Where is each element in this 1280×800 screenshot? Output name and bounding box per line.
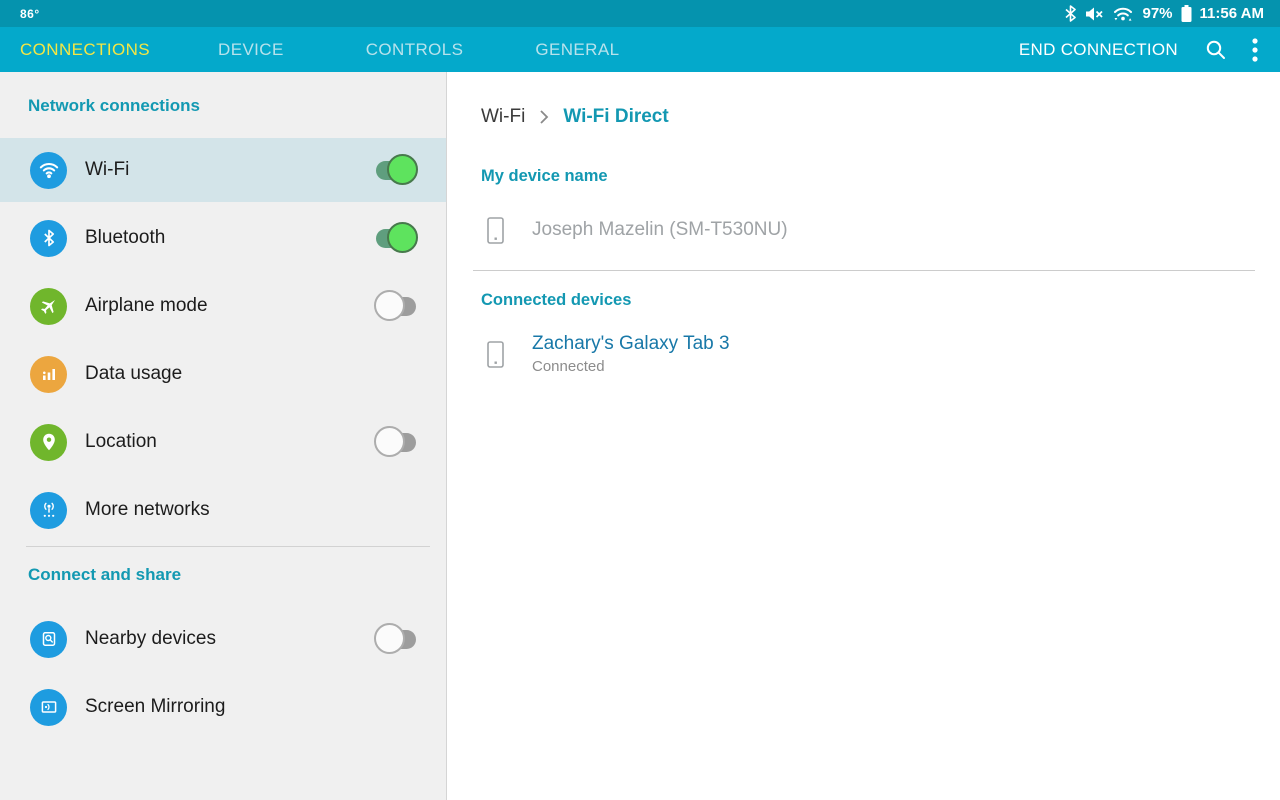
more-networks-icon: [30, 491, 67, 529]
temperature-indicator: 86°: [20, 6, 40, 21]
bluetooth-status-icon: [1064, 5, 1077, 22]
overflow-menu-icon[interactable]: [1252, 37, 1258, 63]
location-toggle[interactable]: [374, 426, 418, 458]
location-icon: [30, 423, 67, 461]
tablet-icon: [487, 340, 504, 368]
sidebar-item-wifi[interactable]: Wi-Fi: [0, 138, 446, 202]
tab-device[interactable]: DEVICE: [218, 40, 284, 60]
clock: 11:56 AM: [1199, 5, 1264, 22]
volume-mute-icon: [1085, 6, 1104, 22]
airplane-icon: [30, 287, 67, 325]
battery-icon: [1181, 5, 1192, 22]
sidebar-item-screen-mirroring[interactable]: Screen Mirroring: [0, 675, 446, 739]
status-bar-right: 97% 11:56 AM: [1064, 5, 1264, 22]
connected-device-text: Zachary's Galaxy Tab 3 Connected: [532, 333, 730, 375]
my-device-name: Joseph Mazelin (SM-T530NU): [532, 219, 788, 240]
nearby-devices-icon: [30, 620, 67, 658]
airplane-toggle[interactable]: [374, 290, 418, 322]
sidebar-item-label: Screen Mirroring: [85, 696, 226, 717]
wifi-direct-panel: Wi-Fi Wi-Fi Direct My device name Joseph…: [447, 72, 1280, 800]
sidebar-item-label: Bluetooth: [85, 227, 166, 248]
bluetooth-icon: [30, 219, 67, 257]
sidebar-item-more-networks[interactable]: More networks: [0, 478, 446, 542]
nearby-devices-toggle[interactable]: [374, 623, 418, 655]
sidebar-divider: [26, 546, 430, 547]
my-device-row[interactable]: Joseph Mazelin (SM-T530NU): [481, 204, 1255, 256]
sidebar-item-bluetooth[interactable]: Bluetooth: [0, 206, 446, 270]
breadcrumb: Wi-Fi Wi-Fi Direct: [481, 106, 1255, 128]
settings-screen: 86° 97% 11:56 AM CONNECTIONS DEVICE CONT…: [0, 0, 1280, 800]
sidebar-item-label: More networks: [85, 499, 210, 520]
tab-connections[interactable]: CONNECTIONS: [20, 40, 150, 60]
connected-devices-header: Connected devices: [481, 291, 632, 309]
content-divider: [473, 270, 1255, 271]
sidebar-item-label: Nearby devices: [85, 628, 216, 649]
breadcrumb-current: Wi-Fi Direct: [563, 106, 669, 127]
sidebar-item-label: Wi-Fi: [85, 159, 130, 180]
sidebar-item-label: Data usage: [85, 363, 183, 384]
sidebar-item-label: Location: [85, 431, 157, 452]
sidebar-item-location[interactable]: Location: [0, 410, 446, 474]
action-bar: CONNECTIONS DEVICE CONTROLS GENERAL END …: [0, 27, 1280, 72]
bluetooth-toggle[interactable]: [374, 222, 418, 254]
screen-mirroring-icon: [30, 688, 67, 726]
body: Network connections Wi-Fi Bluetooth Airp…: [0, 72, 1280, 800]
breadcrumb-parent[interactable]: Wi-Fi: [481, 106, 525, 128]
tablet-icon: [487, 216, 504, 244]
section-header-connect-and-share: Connect and share: [28, 565, 182, 584]
end-connection-button[interactable]: END CONNECTION: [1019, 40, 1178, 60]
connected-device-status: Connected: [532, 358, 605, 375]
search-icon[interactable]: [1204, 38, 1228, 62]
tab-general[interactable]: GENERAL: [535, 40, 619, 60]
sidebar: Network connections Wi-Fi Bluetooth Airp…: [0, 72, 447, 800]
connected-device-name[interactable]: Zachary's Galaxy Tab 3: [532, 333, 730, 355]
sidebar-item-label: Airplane mode: [85, 295, 208, 316]
battery-percent: 97%: [1142, 5, 1173, 22]
data-usage-icon: [30, 355, 67, 393]
chevron-right-icon: [539, 109, 549, 125]
my-device-name-header: My device name: [481, 167, 608, 185]
sidebar-item-data-usage[interactable]: Data usage: [0, 342, 446, 406]
section-header-network-connections: Network connections: [28, 96, 200, 115]
wifi-toggle[interactable]: [374, 154, 418, 186]
wifi-signal-icon: [1112, 6, 1134, 22]
status-bar: 86° 97% 11:56 AM: [0, 0, 1280, 27]
sidebar-item-nearby-devices[interactable]: Nearby devices: [0, 607, 446, 671]
sidebar-item-airplane-mode[interactable]: Airplane mode: [0, 274, 446, 338]
connected-device-row[interactable]: Zachary's Galaxy Tab 3 Connected: [481, 328, 1255, 380]
tab-controls[interactable]: CONTROLS: [366, 40, 464, 60]
wifi-icon: [30, 151, 67, 189]
